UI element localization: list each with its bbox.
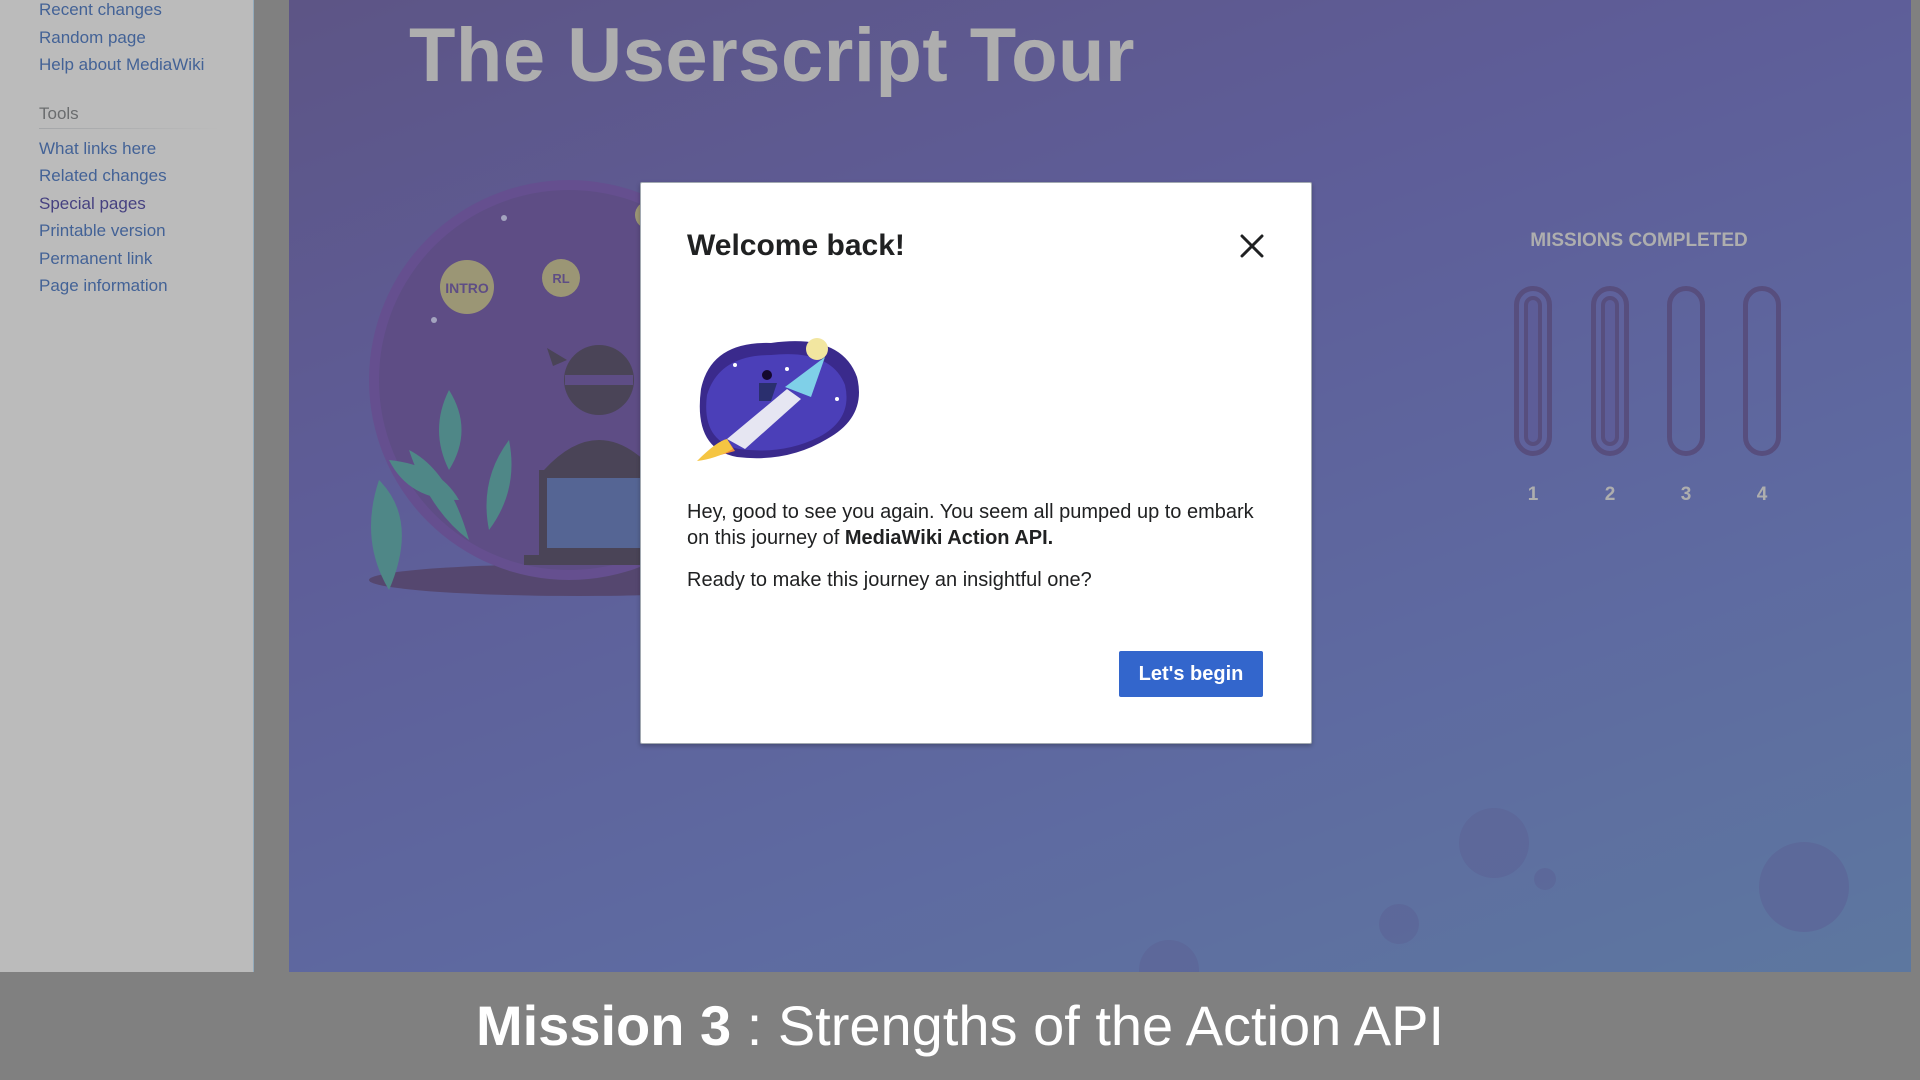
dialog-message-highlight: MediaWiki Action API. <box>844 527 1054 549</box>
dialog-message: Hey, good to see you again. You seem all… <box>687 499 1277 551</box>
caption-mission-subtitle: : Strengths of the Action API <box>731 994 1445 1057</box>
caption-bar: Mission 3 : Strengths of the Action API <box>0 972 1920 1080</box>
close-icon[interactable] <box>1233 227 1271 265</box>
dialog-title: Welcome back! <box>687 229 905 262</box>
dialog-question: Ready to make this journey an insightful… <box>687 569 1092 591</box>
rocket-illustration <box>697 338 859 461</box>
welcome-dialog: Welcome back! Hey, good to see you again… <box>640 182 1312 744</box>
caption-mission-label: Mission 3 <box>475 994 732 1057</box>
mission-caption: Mission 3 : Strengths of the Action API <box>0 972 1920 1080</box>
lets-begin-button[interactable]: Let's begin <box>1119 651 1263 697</box>
